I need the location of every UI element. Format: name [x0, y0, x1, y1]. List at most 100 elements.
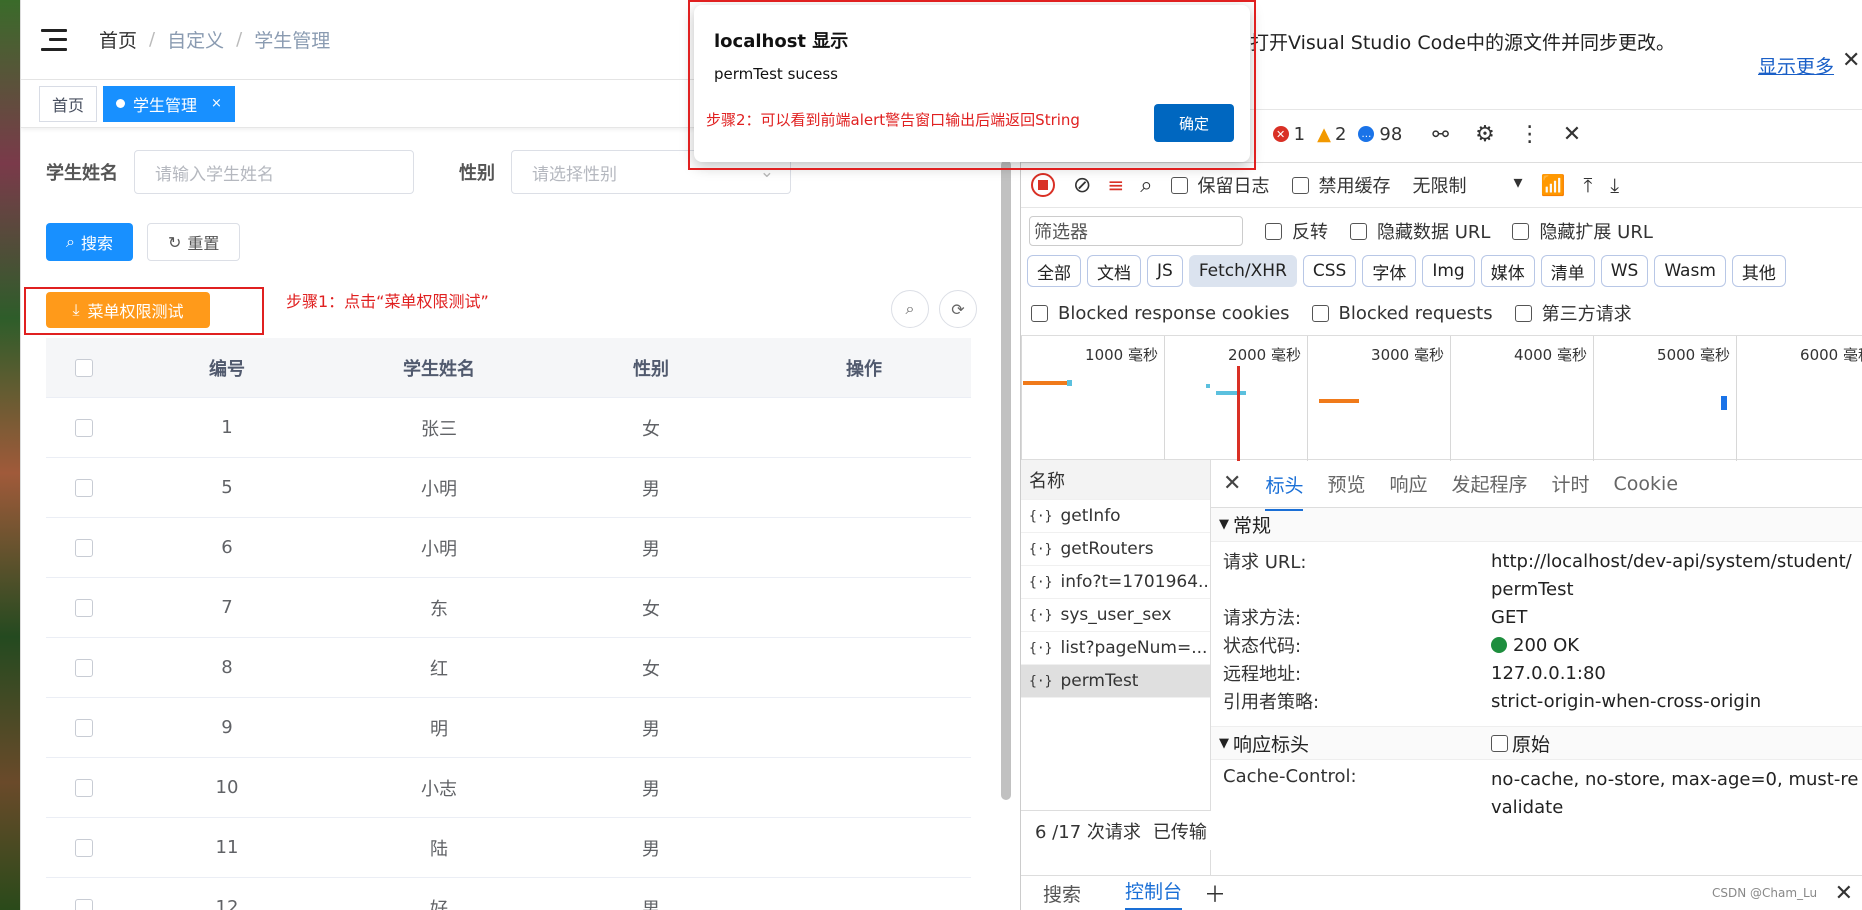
row-checkbox[interactable]: [74, 478, 93, 497]
header-id: 编号: [209, 358, 245, 380]
request-item[interactable]: {·} getRouters: [1021, 533, 1210, 566]
close-drawer-icon[interactable]: ✕: [1835, 881, 1853, 906]
toggle-search-button[interactable]: ⌕: [891, 290, 929, 328]
row-checkbox[interactable]: [74, 838, 93, 857]
settings-gear-icon[interactable]: ⚙: [1475, 122, 1495, 147]
general-row: 引用者策略: strict-origin-when-cross-origin: [1211, 688, 1862, 716]
request-item[interactable]: {·} sys_user_sex: [1021, 599, 1210, 632]
request-item[interactable]: {·} getInfo: [1021, 500, 1210, 533]
issue-counters[interactable]: ✕ 1 ▲ 2 … 98: [1272, 124, 1402, 145]
hide-ext-urls-box: [1512, 222, 1530, 240]
filter-icon[interactable]: ≡: [1107, 173, 1124, 197]
devtools-panel: 素 网络 ✕ » ＋ ✕1 ▲2 …98 ⚯ ⚙ ⋮ ✕ ⊘ ≡ ⌕ 保留日志 …: [1020, 120, 1862, 910]
breadcrumb-home[interactable]: 首页: [99, 26, 137, 53]
customize-icon[interactable]: ⚯: [1432, 122, 1449, 146]
search-icon[interactable]: ⌕: [1140, 173, 1152, 198]
close-icon[interactable]: ✕: [1842, 48, 1860, 73]
tag-student-management[interactable]: 学生管理 ×: [103, 85, 235, 122]
name-column-header[interactable]: 名称: [1021, 460, 1210, 500]
type-filter-chip[interactable]: JS: [1147, 255, 1183, 287]
row-checkbox[interactable]: [74, 898, 93, 910]
page-scrollbar[interactable]: [1001, 160, 1011, 800]
upload-icon[interactable]: ⤒: [1583, 173, 1592, 197]
active-dot-icon: [116, 99, 126, 108]
add-drawer-tab-icon[interactable]: ＋: [1204, 877, 1226, 909]
message-icon: …: [1358, 126, 1375, 142]
close-detail-icon[interactable]: ✕: [1223, 471, 1241, 496]
perm-test-button[interactable]: ⤓ 菜单权限测试: [46, 292, 210, 328]
timeline-tick: 5000 毫秒: [1593, 336, 1736, 461]
timeline-tick-label: 2000 毫秒: [1228, 346, 1301, 364]
request-item[interactable]: {·} info?t=1701964...: [1021, 566, 1210, 599]
row-checkbox[interactable]: [74, 658, 93, 677]
tab-headers[interactable]: 标头: [1265, 471, 1304, 511]
cell-id: 1: [221, 417, 233, 438]
request-name: sys_user_sex: [1060, 605, 1172, 625]
network-conditions-icon[interactable]: 📶: [1541, 173, 1566, 197]
disable-cache-checkbox[interactable]: 禁用缓存: [1291, 172, 1391, 198]
row-checkbox[interactable]: [74, 418, 93, 437]
more-menu-icon[interactable]: ⋮: [1519, 122, 1541, 147]
table-row: 11 陆 男: [46, 818, 971, 878]
type-filter-chip[interactable]: 文档: [1087, 255, 1141, 287]
reset-button[interactable]: ↻ 重置: [146, 223, 241, 261]
type-filter-chip[interactable]: Img: [1422, 255, 1475, 287]
breadcrumb-custom[interactable]: 自定义: [167, 26, 224, 53]
close-devtools-icon[interactable]: ✕: [1563, 122, 1581, 147]
tab-cookies[interactable]: Cookie: [1614, 473, 1679, 495]
network-overview-timeline[interactable]: 1000 毫秒 2000 毫秒 3000 毫秒 4000 毫秒 5000 毫秒 …: [1021, 335, 1862, 461]
preserve-log-checkbox[interactable]: 保留日志: [1170, 172, 1270, 198]
row-checkbox[interactable]: [74, 598, 93, 617]
type-filter-chip[interactable]: 全部: [1027, 255, 1081, 287]
header-name: 学生姓名: [403, 358, 475, 380]
hide-ext-urls-checkbox[interactable]: 隐藏扩展 URL: [1512, 218, 1653, 244]
close-icon[interactable]: ×: [211, 96, 222, 111]
table-row: 9 明 男: [46, 698, 971, 758]
type-filter-chip[interactable]: 媒体: [1480, 255, 1535, 287]
type-filter-chip[interactable]: Fetch/XHR: [1188, 255, 1297, 287]
hamburger-icon[interactable]: [41, 28, 67, 51]
select-all-checkbox[interactable]: [74, 358, 93, 377]
record-stop-icon[interactable]: [1031, 173, 1055, 197]
throttle-select[interactable]: 无限制 ▾: [1413, 172, 1523, 198]
tag-home[interactable]: 首页: [39, 85, 98, 122]
type-filter-chip[interactable]: 字体: [1362, 255, 1417, 287]
download-icon[interactable]: ⤓: [1610, 173, 1619, 197]
type-filter-chip[interactable]: 其他: [1731, 255, 1786, 287]
general-section-header[interactable]: ▼ 常规: [1211, 508, 1862, 542]
row-checkbox[interactable]: [74, 718, 93, 737]
tab-response[interactable]: 响应: [1389, 470, 1427, 497]
type-filter-chip[interactable]: WS: [1600, 255, 1649, 287]
blocked-requests-checkbox[interactable]: Blocked requests: [1311, 303, 1493, 324]
student-name-input[interactable]: 请输入学生姓名: [134, 150, 414, 194]
show-more-link[interactable]: 显示更多: [1758, 52, 1834, 79]
filter-input[interactable]: 筛选器: [1029, 216, 1243, 246]
third-party-checkbox[interactable]: 第三方请求: [1514, 300, 1632, 326]
request-items: {·} getInfo {·} getRouters {·} info?t=1701964…: [1021, 500, 1210, 698]
request-item[interactable]: {·} permTest: [1021, 665, 1210, 698]
row-checkbox[interactable]: [74, 538, 93, 557]
button-row: ⌕ 搜索 ↻ 重置: [46, 223, 254, 261]
drawer-tab-console[interactable]: 控制台: [1125, 877, 1183, 910]
type-filter-chip[interactable]: 清单: [1540, 255, 1595, 287]
search-button[interactable]: ⌕ 搜索: [46, 223, 133, 261]
header-actions: 操作: [846, 358, 882, 380]
tab-timing[interactable]: 计时: [1552, 470, 1590, 497]
row-checkbox[interactable]: [74, 778, 93, 797]
drawer-tab-search[interactable]: 搜索: [1043, 880, 1081, 907]
type-filter-chip[interactable]: CSS: [1302, 255, 1357, 287]
xhr-icon: {·}: [1029, 673, 1053, 689]
type-filter-chip[interactable]: Wasm: [1654, 255, 1726, 287]
request-item[interactable]: {·} list?pageNum=...: [1021, 632, 1210, 665]
tab-preview[interactable]: 预览: [1327, 470, 1365, 497]
blocked-cookies-checkbox[interactable]: Blocked response cookies: [1031, 303, 1290, 324]
invert-checkbox[interactable]: 反转: [1265, 218, 1328, 244]
hide-data-urls-checkbox[interactable]: 隐藏数据 URL: [1350, 218, 1490, 244]
response-headers-section[interactable]: ▼ 响应标头 原始: [1211, 726, 1862, 760]
tab-initiator[interactable]: 发起程序: [1451, 470, 1527, 497]
cell-name: 小明: [421, 478, 457, 500]
third-party-label: 第三方请求: [1541, 304, 1632, 325]
clear-icon[interactable]: ⊘: [1073, 173, 1091, 198]
refresh-table-button[interactable]: ⟳: [939, 290, 977, 328]
raw-checkbox[interactable]: [1491, 734, 1508, 752]
